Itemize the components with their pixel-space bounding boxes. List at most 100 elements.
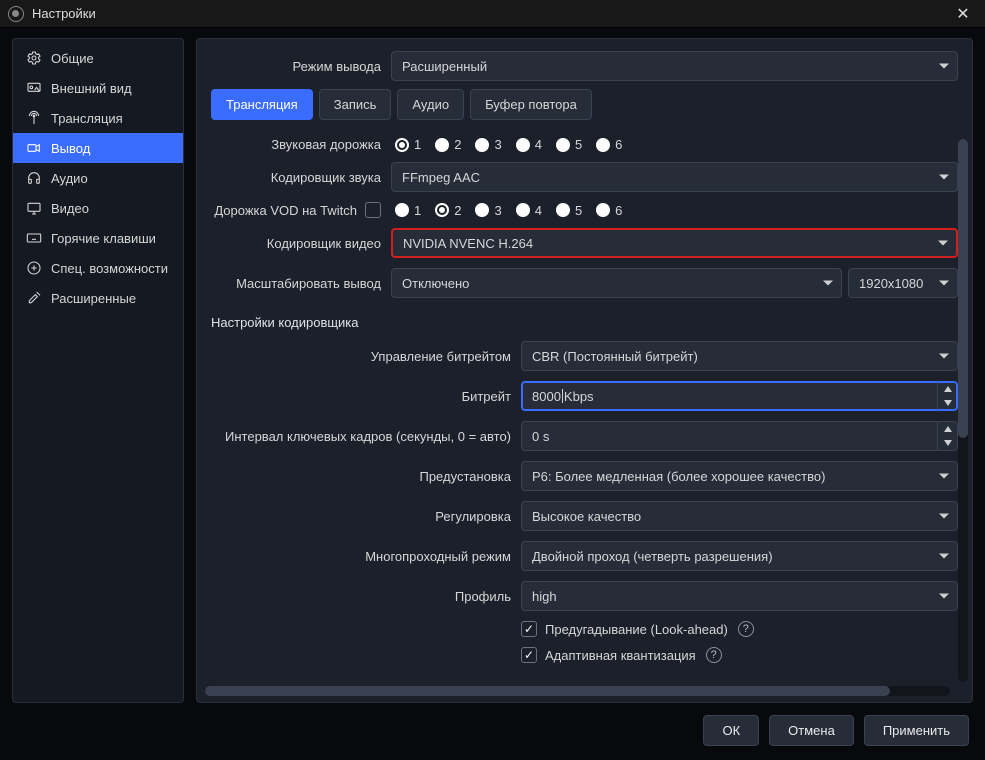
sidebar-item-label: Расширенные [51, 291, 136, 306]
audio-track-radio-3[interactable]: 3 [475, 137, 501, 152]
twitch-vod-checkbox[interactable] [365, 202, 381, 218]
antenna-icon [25, 110, 43, 126]
sidebar-item-label: Видео [51, 201, 89, 216]
tools-icon [25, 290, 43, 306]
preset-select[interactable]: P6: Более медленная (более хорошее качес… [521, 461, 958, 491]
chevron-down-icon [823, 281, 833, 286]
scrollbar-thumb[interactable] [205, 686, 890, 696]
sidebar-item-accessibility[interactable]: Спец. возможности [13, 253, 183, 283]
sidebar-item-general[interactable]: Общие [13, 43, 183, 73]
appearance-icon [25, 80, 43, 96]
app-logo-icon [8, 6, 24, 22]
tab-replay-buffer[interactable]: Буфер повтора [470, 89, 592, 120]
sidebar-item-label: Горячие клавиши [51, 231, 156, 246]
audio-track-radio-5[interactable]: 5 [556, 137, 582, 152]
twitch-vod-label: Дорожка VOD на Twitch [214, 203, 357, 218]
profile-label: Профиль [211, 589, 511, 604]
scrollbar-thumb[interactable] [958, 139, 968, 438]
sidebar-item-stream[interactable]: Трансляция [13, 103, 183, 133]
twitch-vod-radio-4[interactable]: 4 [516, 203, 542, 218]
audio-track-radios: 1 2 3 4 5 6 [391, 137, 622, 152]
apply-button[interactable]: Применить [864, 715, 969, 746]
output-mode-select[interactable]: Расширенный [391, 51, 958, 81]
chevron-down-icon[interactable] [938, 396, 957, 410]
display-icon [25, 200, 43, 216]
chevron-down-icon [939, 354, 949, 359]
preset-label: Предустановка [211, 469, 511, 484]
chevron-down-icon [939, 594, 949, 599]
multipass-select[interactable]: Двойной проход (четверть разрешения) [521, 541, 958, 571]
keyint-input[interactable]: 0 s [521, 421, 958, 451]
profile-select[interactable]: high [521, 581, 958, 611]
rate-control-label: Управление битрейтом [211, 349, 511, 364]
help-icon[interactable]: ? [738, 621, 754, 637]
vertical-scrollbar[interactable] [958, 139, 968, 682]
chevron-up-icon[interactable] [938, 382, 957, 396]
tab-recording[interactable]: Запись [319, 89, 392, 120]
rate-control-select[interactable]: CBR (Постоянный битрейт) [521, 341, 958, 371]
twitch-vod-radio-6[interactable]: 6 [596, 203, 622, 218]
audio-track-radio-1[interactable]: 1 [395, 137, 421, 152]
twitch-vod-radio-1[interactable]: 1 [395, 203, 421, 218]
encoder-settings-title: Настройки кодировщика [197, 303, 972, 336]
tuning-label: Регулировка [211, 509, 511, 524]
ok-button[interactable]: ОК [703, 715, 759, 746]
sidebar-item-label: Внешний вид [51, 81, 132, 96]
rescale-output-select[interactable]: Отключено [391, 268, 842, 298]
video-encoder-label: Кодировщик видео [211, 236, 381, 251]
audio-track-label: Звуковая дорожка [211, 137, 381, 152]
sidebar-item-advanced[interactable]: Расширенные [13, 283, 183, 313]
gear-icon [25, 50, 43, 66]
rescale-output-label: Масштабировать вывод [211, 276, 381, 291]
tab-audio[interactable]: Аудио [397, 89, 464, 120]
horizontal-scrollbar[interactable] [205, 686, 950, 696]
audio-track-radio-6[interactable]: 6 [596, 137, 622, 152]
bitrate-label: Битрейт [211, 389, 511, 404]
cancel-button[interactable]: Отмена [769, 715, 854, 746]
chevron-down-icon [939, 474, 949, 479]
lookahead-checkbox[interactable] [521, 621, 537, 637]
twitch-vod-radios: 1 2 3 4 5 6 [391, 203, 622, 218]
sidebar-item-appearance[interactable]: Внешний вид [13, 73, 183, 103]
chevron-up-icon[interactable] [938, 422, 957, 436]
sidebar-item-audio[interactable]: Аудио [13, 163, 183, 193]
video-encoder-select[interactable]: NVIDIA NVENC H.264 [391, 228, 958, 258]
rescale-resolution-select[interactable]: 1920x1080 [848, 268, 958, 298]
audio-encoder-select[interactable]: FFmpeg AAC [391, 162, 958, 192]
output-icon [25, 140, 43, 156]
chevron-down-icon [939, 554, 949, 559]
twitch-vod-radio-3[interactable]: 3 [475, 203, 501, 218]
window-title: Настройки [32, 6, 96, 21]
output-tabs: Трансляция Запись Аудио Буфер повтора [197, 89, 972, 128]
tuning-select[interactable]: Высокое качество [521, 501, 958, 531]
headphones-icon [25, 170, 43, 186]
twitch-vod-radio-5[interactable]: 5 [556, 203, 582, 218]
psycho-aq-label: Адаптивная квантизация [545, 648, 696, 663]
sidebar-item-label: Спец. возможности [51, 261, 168, 276]
sidebar-item-hotkeys[interactable]: Горячие клавиши [13, 223, 183, 253]
sidebar-item-label: Общие [51, 51, 94, 66]
twitch-vod-radio-2[interactable]: 2 [435, 203, 461, 218]
dialog-footer: ОК Отмена Применить [12, 703, 973, 748]
chevron-down-icon [939, 281, 949, 286]
sidebar-item-label: Аудио [51, 171, 88, 186]
audio-track-radio-2[interactable]: 2 [435, 137, 461, 152]
spinbox-buttons[interactable] [937, 382, 957, 410]
sidebar-item-output[interactable]: Вывод [13, 133, 183, 163]
chevron-down-icon [939, 175, 949, 180]
chevron-down-icon [939, 64, 949, 69]
psycho-aq-checkbox[interactable] [521, 647, 537, 663]
lookahead-label: Предугадывание (Look-ahead) [545, 622, 728, 637]
spinbox-buttons[interactable] [937, 422, 957, 450]
help-icon[interactable]: ? [706, 647, 722, 663]
close-button[interactable]: ✕ [949, 4, 977, 24]
sidebar-item-video[interactable]: Видео [13, 193, 183, 223]
keyint-label: Интервал ключевых кадров (секунды, 0 = а… [211, 429, 511, 444]
audio-encoder-label: Кодировщик звука [211, 170, 381, 185]
keyboard-icon [25, 230, 43, 246]
bitrate-input[interactable]: 8000Kbps [521, 381, 958, 411]
chevron-down-icon[interactable] [938, 436, 957, 450]
audio-track-radio-4[interactable]: 4 [516, 137, 542, 152]
titlebar: Настройки ✕ [0, 0, 985, 28]
tab-streaming[interactable]: Трансляция [211, 89, 313, 120]
